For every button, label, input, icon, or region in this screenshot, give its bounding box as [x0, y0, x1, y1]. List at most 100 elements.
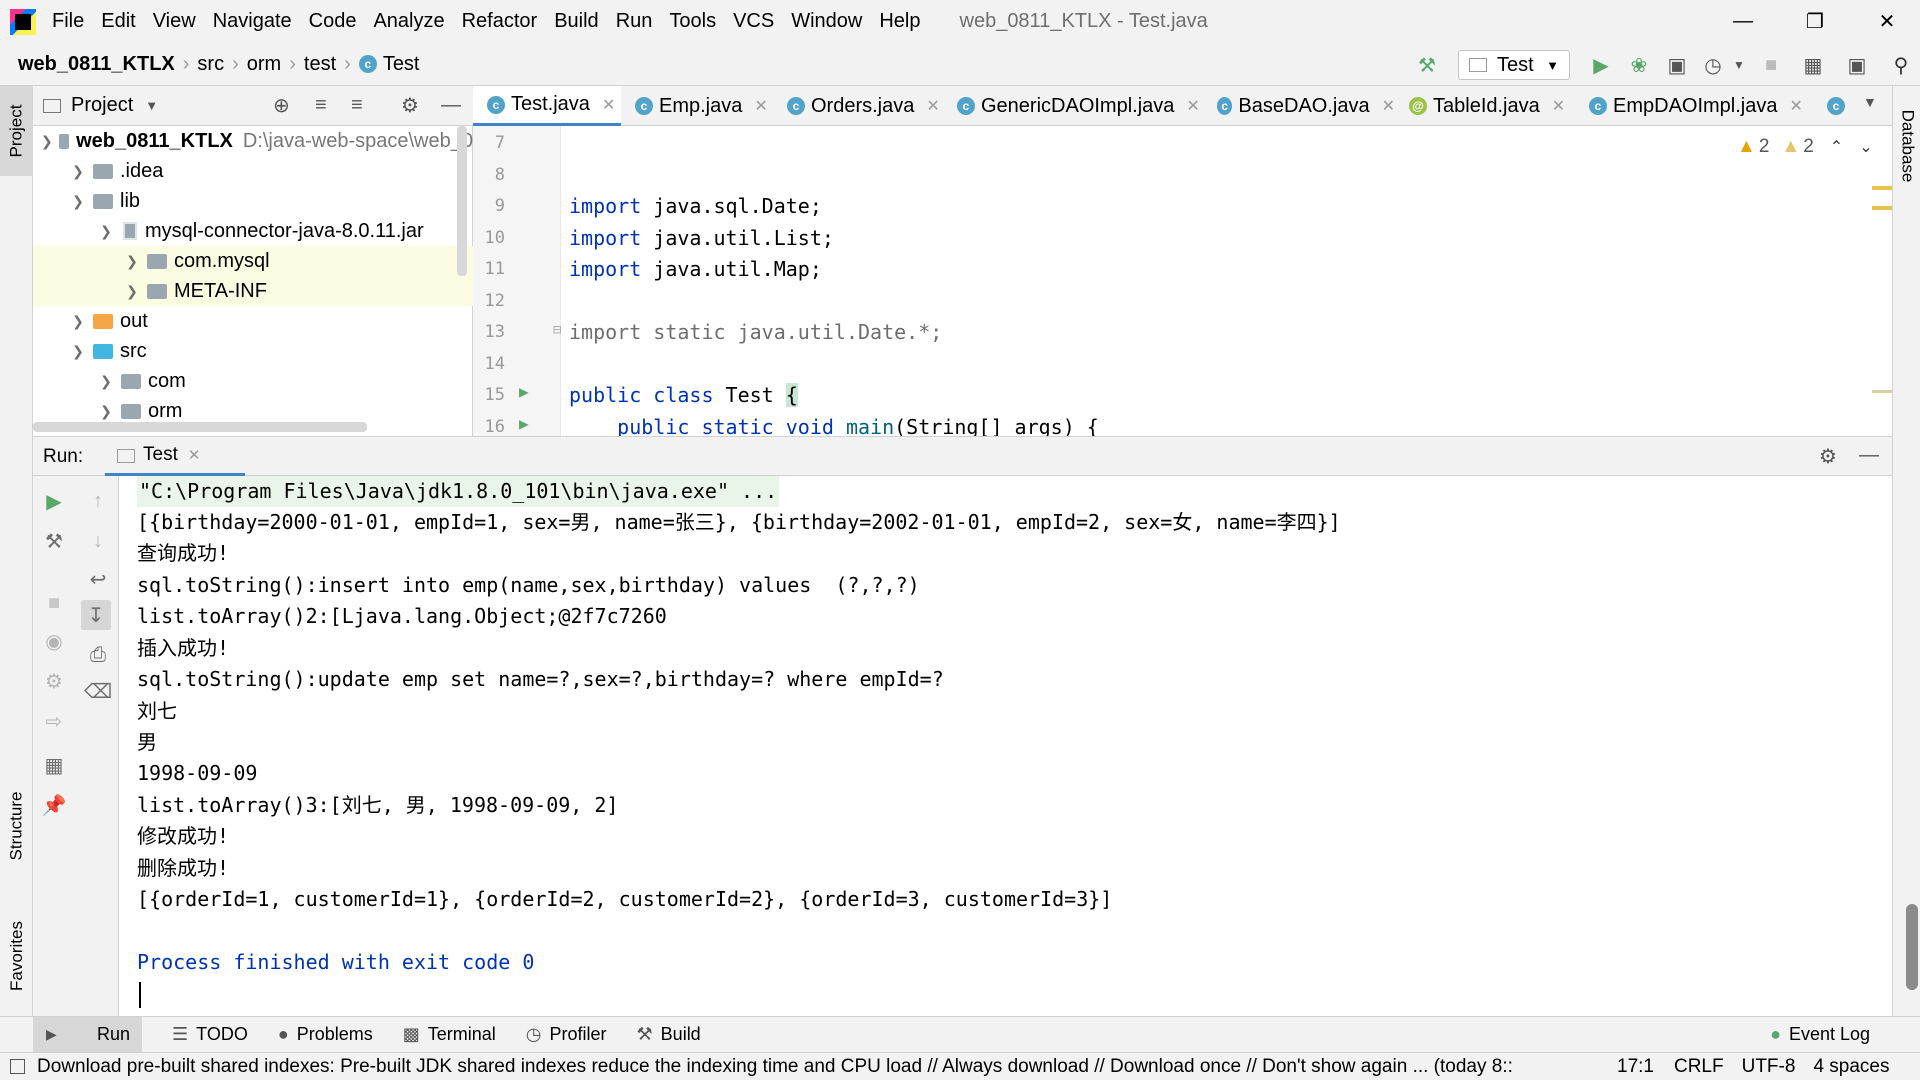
minimize-icon[interactable]: —: [1712, 0, 1774, 43]
chevron-up-icon[interactable]: ⌃: [1830, 137, 1843, 157]
tab-overflow[interactable]: c: [1813, 86, 1853, 126]
breadcrumb-project[interactable]: web_0811_KTLX: [18, 53, 175, 76]
tree-item-meta-inf[interactable]: ❯ META-INF: [33, 276, 473, 306]
tab-favorites[interactable]: Favorites: [0, 896, 33, 1016]
tree-item-project-root[interactable]: ❯ web_0811_KTLX D:\java-web-space\web_0: [33, 126, 473, 156]
close-tab-icon[interactable]: ✕: [754, 96, 767, 116]
menu-run[interactable]: Run: [616, 10, 653, 33]
fold-icon[interactable]: ⊟: [553, 322, 561, 338]
tab-project[interactable]: Project: [0, 86, 33, 176]
chevron-down-icon[interactable]: ❯: [69, 193, 87, 210]
chevron-down-icon[interactable]: ❯: [97, 403, 115, 420]
more-run-chevron-icon[interactable]: ▼: [1726, 52, 1752, 78]
hide-panel-icon[interactable]: —: [1859, 444, 1879, 467]
wrench-icon[interactable]: ⚒: [39, 526, 69, 556]
soft-wrap-icon[interactable]: ↩: [83, 564, 113, 594]
rerun-icon[interactable]: ▶: [39, 486, 69, 516]
run-gutter-icon[interactable]: ▶: [519, 382, 529, 401]
run-configuration-select[interactable]: Test ▼: [1458, 50, 1570, 80]
bottom-tab-todo[interactable]: ☰ TODO: [172, 1024, 248, 1045]
tab-empdaoimpl-java[interactable]: c EmpDAOImpl.java ✕: [1575, 86, 1807, 126]
chevron-right-icon[interactable]: ❯: [123, 253, 141, 270]
tree-item-src[interactable]: ❯ src: [33, 336, 473, 366]
bottom-tab-terminal[interactable]: ▩ Terminal: [403, 1024, 496, 1045]
exit-icon[interactable]: ⇨: [39, 706, 69, 736]
horizontal-scrollbar[interactable]: [33, 422, 367, 432]
chevron-right-icon[interactable]: ❯: [69, 163, 87, 180]
bottom-tab-problems[interactable]: ● Problems: [278, 1024, 373, 1045]
stop-icon[interactable]: ■: [39, 588, 69, 618]
tab-structure[interactable]: Structure: [0, 766, 33, 886]
project-panel-title[interactable]: Project: [71, 94, 133, 117]
inspection-widget[interactable]: ▲ 2 ▲ 2 ⌃ ⌄: [1737, 136, 1873, 158]
close-tab-icon[interactable]: ✕: [602, 95, 615, 115]
code-editor[interactable]: 7 8 9 10 11 12 13 14 15 16 ▶ ▶ ⊟ import …: [473, 126, 1892, 439]
close-tab-icon[interactable]: ✕: [1186, 96, 1199, 116]
restore-icon[interactable]: ❐: [1784, 0, 1846, 43]
chevron-down-icon[interactable]: ⌄: [1859, 137, 1872, 157]
scroll-to-end-icon[interactable]: ↧: [81, 600, 111, 630]
bottom-tab-profiler[interactable]: ◷ Profiler: [526, 1024, 607, 1045]
error-stripe-mark[interactable]: [1872, 206, 1892, 210]
debugger-settings-icon[interactable]: ⚙: [39, 666, 69, 696]
tab-emp-java[interactable]: c Emp.java ✕: [621, 86, 773, 126]
project-structure-icon[interactable]: ▦: [1800, 52, 1826, 78]
error-stripe-mark[interactable]: [1872, 390, 1892, 393]
line-separator[interactable]: CRLF: [1674, 1056, 1724, 1078]
bottom-tab-build[interactable]: ⚒ Build: [637, 1024, 701, 1045]
tab-genericdaoimpl-java[interactable]: c GenericDAOImpl.java ✕: [943, 86, 1203, 126]
tab-basedao-java[interactable]: c BaseDAO.java ✕: [1203, 86, 1395, 126]
menu-file[interactable]: File: [52, 10, 84, 33]
expand-all-icon[interactable]: ≡: [315, 94, 327, 117]
tab-test-java[interactable]: c Test.java ✕: [473, 86, 621, 126]
menu-build[interactable]: Build: [554, 10, 598, 33]
run-tab-test[interactable]: Test ✕: [105, 437, 245, 476]
event-log-button[interactable]: ● Event Log: [1770, 1024, 1870, 1045]
tree-item-lib[interactable]: ❯ lib: [33, 186, 473, 216]
close-window-icon[interactable]: ✕: [1856, 0, 1918, 43]
locate-icon[interactable]: ⊕: [273, 93, 290, 118]
close-tab-icon[interactable]: ✕: [926, 96, 939, 116]
layout-icon[interactable]: ▣: [1844, 52, 1870, 78]
tree-item-idea[interactable]: ❯ .idea: [33, 156, 473, 186]
stop-icon[interactable]: ■: [1758, 52, 1784, 78]
chevron-down-icon[interactable]: ▼: [145, 98, 158, 113]
tab-tableid-java[interactable]: @ TableId.java ✕: [1395, 86, 1575, 126]
console-scrollbar[interactable]: [1906, 904, 1918, 990]
menu-navigate[interactable]: Navigate: [213, 10, 292, 33]
menu-code[interactable]: Code: [309, 10, 357, 33]
tree-item-mysql-jar[interactable]: ❯ mysql-connector-java-8.0.11.jar: [33, 216, 473, 246]
tab-database[interactable]: Database: [1893, 86, 1920, 206]
menu-view[interactable]: View: [153, 10, 196, 33]
chevron-down-icon[interactable]: ❯: [41, 133, 53, 150]
status-square-icon[interactable]: [10, 1059, 25, 1074]
vertical-scrollbar[interactable]: [457, 126, 467, 276]
close-tab-icon[interactable]: ✕: [188, 446, 201, 464]
error-stripe-mark[interactable]: [1872, 186, 1892, 190]
tab-list-chevron-icon[interactable]: ▼: [1863, 94, 1877, 110]
status-message[interactable]: Download pre-built shared indexes: Pre-b…: [37, 1056, 1577, 1078]
tree-item-com-mysql[interactable]: ❯ com.mysql: [33, 246, 473, 276]
console-output[interactable]: "C:\Program Files\Java\jdk1.8.0_101\bin\…: [119, 476, 1892, 1016]
trash-icon[interactable]: ⌫: [83, 676, 113, 706]
menu-tools[interactable]: Tools: [669, 10, 716, 33]
breadcrumb-src[interactable]: src: [197, 53, 224, 76]
menu-window[interactable]: Window: [791, 10, 862, 33]
tree-item-out[interactable]: ❯ out: [33, 306, 473, 336]
chevron-down-icon[interactable]: ❯: [69, 343, 87, 360]
debug-icon[interactable]: ❀: [1626, 52, 1652, 78]
bottom-tab-run[interactable]: ▶ Run: [33, 1017, 143, 1052]
gear-icon[interactable]: ⚙: [401, 93, 419, 118]
menu-refactor[interactable]: Refactor: [462, 10, 538, 33]
close-tab-icon[interactable]: ✕: [1790, 96, 1803, 116]
search-icon[interactable]: ⚲: [1888, 52, 1914, 78]
intellij-logo-icon[interactable]: [10, 8, 36, 35]
close-tab-icon[interactable]: ✕: [1552, 96, 1565, 116]
build-hammer-icon[interactable]: ⚒: [1414, 52, 1440, 78]
collapse-all-icon[interactable]: ≡: [351, 94, 363, 117]
breadcrumb-orm[interactable]: orm: [247, 53, 281, 76]
gear-icon[interactable]: ⚙: [1819, 444, 1837, 469]
print-icon[interactable]: ⎙: [83, 640, 113, 670]
file-encoding[interactable]: UTF-8: [1742, 1056, 1796, 1078]
layout-icon[interactable]: ▦: [39, 750, 69, 780]
